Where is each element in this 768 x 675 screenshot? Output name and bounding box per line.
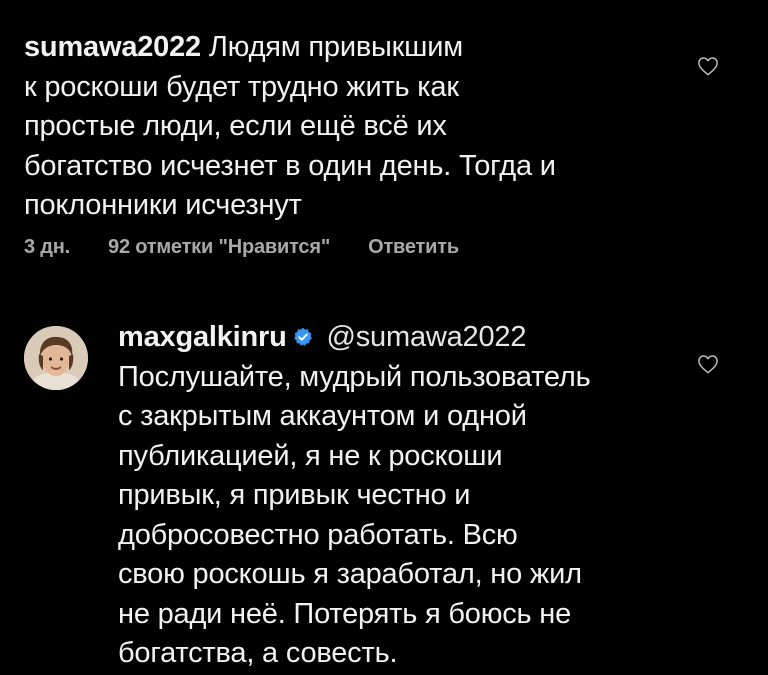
comment-meta: 3 дн. 92 отметки "Нравится" Ответить: [24, 236, 497, 259]
reply-button[interactable]: Ответить: [368, 236, 459, 258]
user-avatar[interactable]: [24, 326, 88, 390]
heart-outline-icon[interactable]: [697, 354, 719, 374]
comment-body: sumawa2022 Людям привыкшим к роскоши буд…: [24, 28, 624, 226]
comment-likes-count[interactable]: 92 отметки "Нравится": [108, 236, 330, 258]
comment-username[interactable]: sumawa2022: [24, 31, 201, 63]
comment-time: 3 дн.: [24, 236, 71, 258]
heart-outline-icon[interactable]: [697, 56, 719, 76]
mention-link[interactable]: @sumawa2022: [327, 321, 527, 353]
comment-body: maxgalkinru @sumawa2022 Послушайте, мудр…: [118, 318, 688, 674]
verified-badge-icon: [293, 327, 312, 346]
avatar-image: [24, 326, 88, 390]
comment-text: Послушайте, мудрый пользователь с закрыт…: [118, 360, 591, 670]
comment-username[interactable]: maxgalkinru: [118, 321, 287, 353]
